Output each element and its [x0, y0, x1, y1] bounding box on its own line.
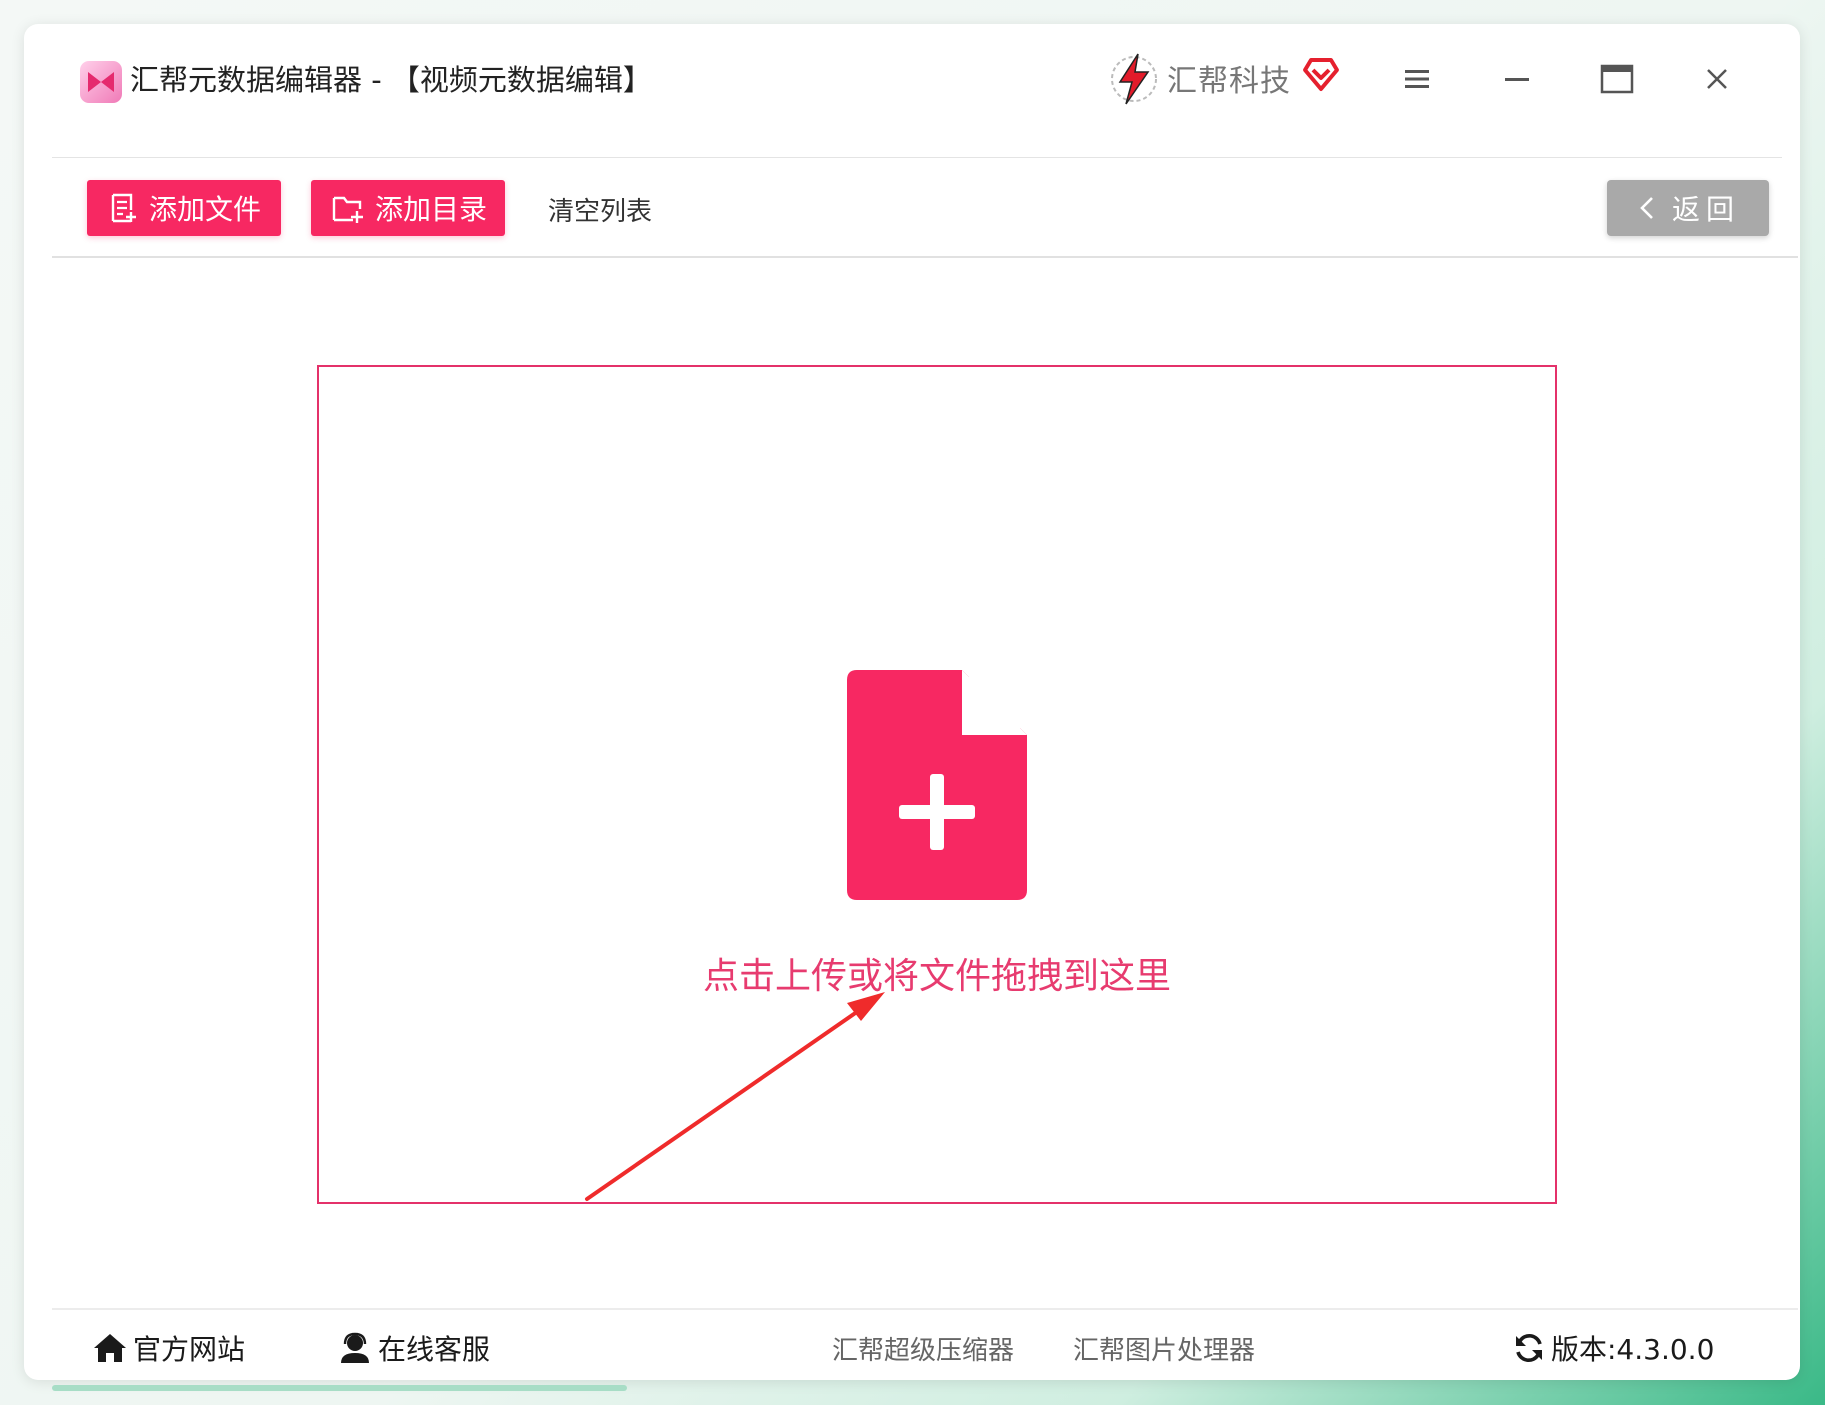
dropzone-hint: 点击上传或将文件拖拽到这里: [702, 956, 1171, 997]
footer-bar: 官方网站 在线客服 汇帮超级压缩器 汇帮图片处理器 版本:4.3.0.0: [52, 1308, 1798, 1380]
online-support-label: 在线客服: [378, 1333, 491, 1366]
image-processor-link[interactable]: 汇帮图片处理器: [1073, 1330, 1255, 1367]
official-website-link[interactable]: 官方网站: [93, 1328, 245, 1368]
add-file-icon: [111, 193, 136, 223]
file-plus-icon: [847, 670, 1027, 900]
version-label: 版本:4.3.0.0: [1551, 1333, 1715, 1366]
horizontal-scrollbar[interactable]: [52, 1385, 627, 1391]
support-agent-icon: [341, 1332, 369, 1363]
version-check[interactable]: 版本:4.3.0.0: [1513, 1328, 1714, 1368]
toolbar: 添加文件 添加目录 清空列表 返回: [52, 158, 1798, 258]
file-dropzone[interactable]: 点击上传或将文件拖拽到这里: [317, 365, 1557, 1204]
home-icon: [94, 1334, 126, 1362]
clear-list-button[interactable]: 清空列表: [548, 191, 652, 228]
title-bar: [52, 64, 1782, 158]
online-support-link[interactable]: 在线客服: [338, 1328, 490, 1368]
add-file-label: 添加文件: [149, 193, 262, 226]
refresh-icon: [1516, 1334, 1542, 1362]
add-file-button[interactable]: 添加文件: [87, 180, 281, 236]
compressor-link[interactable]: 汇帮超级压缩器: [832, 1330, 1014, 1367]
official-website-label: 官方网站: [133, 1333, 246, 1366]
back-button[interactable]: 返回: [1607, 180, 1769, 236]
app-window: 汇帮元数据编辑器 - 【视频元数据编辑】 汇帮科技 添加文件 添加目录 清空列表…: [24, 24, 1800, 1380]
back-label: 返回: [1671, 193, 1740, 226]
add-folder-icon: [332, 196, 363, 223]
add-folder-button[interactable]: 添加目录: [311, 180, 505, 236]
chevron-left-icon: [1640, 197, 1653, 219]
add-folder-label: 添加目录: [375, 193, 488, 226]
